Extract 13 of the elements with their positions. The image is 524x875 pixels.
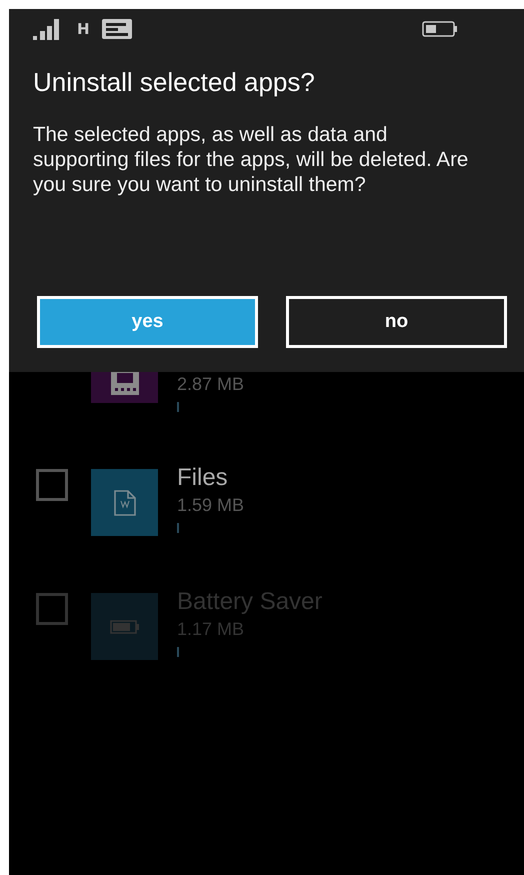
no-button[interactable]: no [286,296,507,348]
message-icon [102,19,132,39]
battery-icon [110,620,140,634]
checkbox[interactable] [36,469,68,501]
app-name: Files [177,463,228,493]
dialog-title: Uninstall selected apps? [33,67,316,98]
dialog-message: The selected apps, as well as data and supporting files for the apps, will be deleted. Are you sure you want to uninstall them? [33,122,470,197]
network-type: H [77,20,90,38]
app-size: 1.59 MB [177,494,244,517]
battery-icon [422,21,458,37]
document-icon [114,490,136,516]
checkbox[interactable] [36,593,68,625]
app-size: 2.87 MB [177,373,244,396]
